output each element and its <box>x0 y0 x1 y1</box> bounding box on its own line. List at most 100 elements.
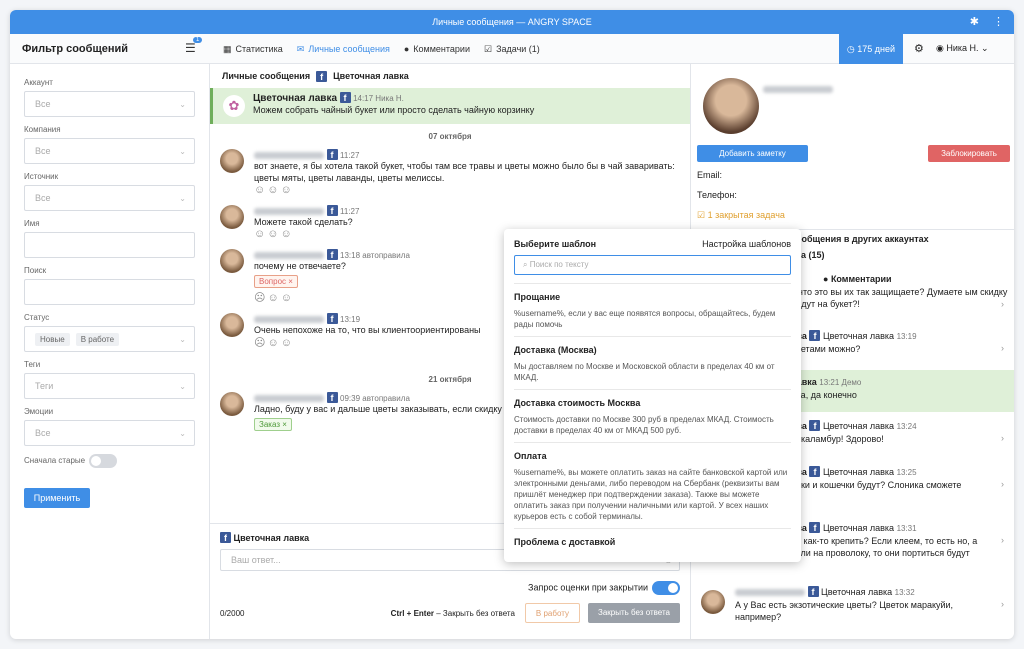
facebook-icon: f <box>220 532 231 543</box>
tags-label: Теги <box>24 360 41 369</box>
template-item[interactable]: Оплата %username%, вы можете оплатить зак… <box>514 442 791 528</box>
chevron-right-icon: › <box>1001 343 1004 353</box>
user-menu[interactable]: ◉ Ника Н. ⌄ <box>936 43 989 54</box>
chevron-right-icon: › <box>1001 479 1004 489</box>
name-input[interactable] <box>24 232 195 258</box>
status-select[interactable]: Новые В работе ⌄ <box>24 326 195 352</box>
template-item[interactable]: Прощание %username%, если у вас еще появя… <box>514 283 791 336</box>
facebook-icon: f <box>326 205 338 216</box>
chevron-right-icon: › <box>1001 535 1004 545</box>
chevron-right-icon: › <box>1001 433 1004 443</box>
tab-messages[interactable]: ✉ Личные сообщения <box>297 44 390 55</box>
facebook-icon: f <box>326 392 338 403</box>
phone-label: Телефон: <box>697 190 737 200</box>
tab-tasks[interactable]: ☑ Задачи (1) <box>484 44 540 55</box>
char-count: 0/2000 <box>220 608 245 618</box>
top-nav: Фильтр сообщений ☰ 1 ▦ Статистика ✉ Личные… <box>10 34 1014 64</box>
filter-title: Фильтр сообщений <box>22 43 129 55</box>
search-label: Поиск <box>24 266 47 275</box>
days-badge[interactable]: ◷ 175 дней <box>839 34 903 64</box>
chevron-down-icon: ⌄ <box>179 381 186 391</box>
tag-chip[interactable]: Заказ × <box>254 418 292 431</box>
facebook-icon: f <box>326 313 338 324</box>
checkbox-icon: ☑ <box>697 210 708 220</box>
envelope-icon: ✉ <box>296 43 305 54</box>
block-button[interactable]: Заблокировать <box>928 145 1010 162</box>
avatar <box>701 590 725 614</box>
emotion-icons[interactable]: ☺☺☺ <box>254 184 678 196</box>
filter-settings-icon[interactable]: ☰ <box>185 41 196 55</box>
templates-popup: Выберите шаблон Настройка шаблонов ⌕ Поис… <box>504 229 801 562</box>
puzzle-icon[interactable]: ✱ <box>970 15 979 28</box>
chevron-right-icon: › <box>1001 599 1004 609</box>
status-label: Статус <box>24 313 50 322</box>
message: f 11:27 вот знаете, я бы хотела такой бу… <box>210 149 690 196</box>
user-icon: ◉ <box>936 43 947 53</box>
in-work-button[interactable]: В работу <box>524 603 580 623</box>
comment-icon: ● <box>403 44 410 54</box>
window-title: Личные сообщения — ANGRY SPACE <box>432 17 592 27</box>
facebook-icon: f <box>339 92 351 103</box>
title-bar: Личные сообщения — ANGRY SPACE ✱ ⋮ <box>10 10 1014 34</box>
old-first-toggle[interactable] <box>89 454 118 468</box>
status-chip[interactable]: В работе <box>75 332 120 346</box>
filter-sidebar: Аккаунт Все ⌄ Компания Все ⌄ Источник Все ⌄… <box>10 64 210 639</box>
app-window: Личные сообщения — ANGRY SPACE ✱ ⋮ Фильтр… <box>10 10 1014 639</box>
templates-title: Выберите шаблон <box>514 239 597 249</box>
templates-search-input[interactable]: ⌕ Поиск по тексту <box>514 255 791 275</box>
date-divider: 07 октября <box>428 132 472 141</box>
tag-chip[interactable]: Вопрос × <box>254 275 298 288</box>
search-input[interactable] <box>24 279 195 305</box>
comment-icon: ● <box>823 274 831 284</box>
source-label: Источник <box>24 172 59 181</box>
facebook-icon: f <box>326 249 338 260</box>
tags-select[interactable]: Теги ⌄ <box>24 373 195 399</box>
chevron-right-icon: › <box>1001 299 1004 309</box>
flower-logo-icon: ✿ <box>223 95 245 117</box>
avatar <box>220 313 244 337</box>
company-select[interactable]: Все ⌄ <box>24 138 195 164</box>
chevron-down-icon: ⌄ <box>179 99 186 109</box>
status-chip[interactable]: Новые <box>35 332 70 346</box>
grid-icon: ▦ <box>223 43 232 54</box>
checkbox-icon: ☑ <box>483 43 493 54</box>
template-item[interactable]: Доставка (Москва) Мы доставляем по Москве… <box>514 336 791 389</box>
comments-title: ● Комментарии <box>823 274 892 284</box>
emotions-select[interactable]: Все ⌄ <box>24 420 195 446</box>
name-label: Имя <box>24 219 40 228</box>
emotions-label: Эмоции <box>24 407 54 416</box>
facebook-icon: f <box>326 149 338 160</box>
close-without-reply-button[interactable]: Закрыть без ответа <box>588 603 680 623</box>
chat-header: Личные сообщения f Цветочная лавка <box>222 70 409 82</box>
search-icon: ⌕ <box>523 260 530 269</box>
closed-task-link[interactable]: ☑ 1 закрытая задача <box>697 210 785 221</box>
avatar <box>220 149 244 173</box>
tab-comments[interactable]: ● Комментарии <box>404 44 470 54</box>
other-row[interactable]: f Цветочная лавка 13:32 А у Вас есть экзо… <box>691 586 1014 636</box>
contact-avatar <box>703 78 759 134</box>
pinned-message: ✿ Цветочная лавка f 14:17 Ника Н. Можем … <box>210 88 690 124</box>
apply-button[interactable]: Применить <box>24 488 90 508</box>
chevron-down-icon: ⌄ <box>179 428 186 438</box>
more-icon[interactable]: ⋮ <box>993 15 1004 28</box>
filter-badge: 1 <box>193 37 203 43</box>
old-first-label: Сначала старые <box>24 454 195 468</box>
rating-toggle[interactable] <box>652 581 680 595</box>
chevron-down-icon: ⌄ <box>179 334 186 344</box>
page-name: Цветочная лавка <box>333 71 409 81</box>
tab-statistics[interactable]: ▦ Статистика <box>223 44 283 55</box>
clock-icon: ◷ <box>846 43 858 54</box>
account-select[interactable]: Все ⌄ <box>24 91 195 117</box>
chevron-down-icon: ⌄ <box>179 146 186 156</box>
templates-settings-link[interactable]: Настройка шаблонов <box>702 239 791 249</box>
gear-icon[interactable]: ⚙ <box>914 42 924 55</box>
facebook-icon: f <box>316 70 328 82</box>
source-select[interactable]: Все ⌄ <box>24 185 195 211</box>
avatar <box>220 392 244 416</box>
add-note-button[interactable]: Добавить заметку <box>697 145 808 162</box>
email-label: Email: <box>697 170 723 180</box>
template-item[interactable]: Доставка стоимость Москва Стоимость доста… <box>514 389 791 442</box>
company-label: Компания <box>24 125 61 134</box>
template-item[interactable]: Проблема с доставкой <box>514 528 791 559</box>
chevron-down-icon: ⌄ <box>179 193 186 203</box>
